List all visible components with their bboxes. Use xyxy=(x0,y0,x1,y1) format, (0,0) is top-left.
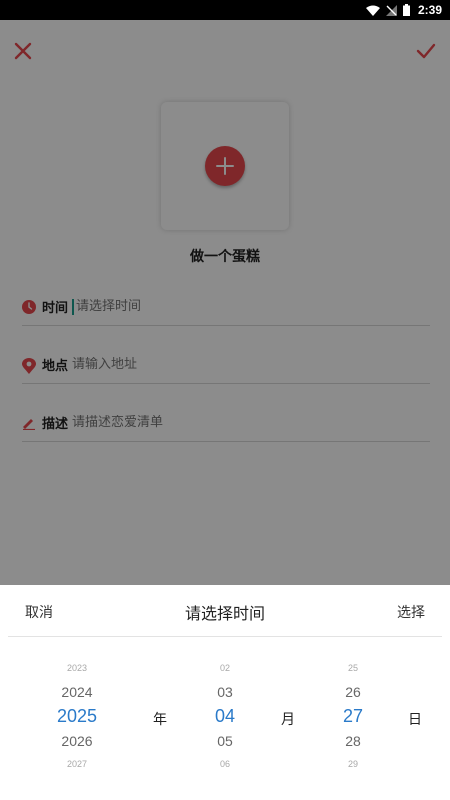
year-selected[interactable]: 2025 xyxy=(42,706,112,727)
day-wheel[interactable]: 25 26 27 28 29 xyxy=(318,645,388,795)
status-bar: 2:39 xyxy=(0,0,450,20)
confirm-button[interactable]: 选择 xyxy=(397,602,425,622)
month-option[interactable]: 02 xyxy=(190,663,260,673)
battery-icon xyxy=(402,4,410,16)
dim-overlay[interactable] xyxy=(0,20,450,585)
month-wheel[interactable]: 02 03 04 05 06 xyxy=(190,645,260,795)
month-selected[interactable]: 04 xyxy=(190,706,260,727)
status-time: 2:39 xyxy=(417,3,442,17)
year-option[interactable]: 2027 xyxy=(42,759,112,769)
month-option[interactable]: 03 xyxy=(190,684,260,700)
day-option[interactable]: 28 xyxy=(318,733,388,749)
month-option[interactable]: 06 xyxy=(190,759,260,769)
year-option[interactable]: 2024 xyxy=(42,684,112,700)
month-unit-label: 月 xyxy=(281,712,295,728)
picker-title: 请选择时间 xyxy=(184,604,265,623)
day-unit-label: 日 xyxy=(408,712,422,728)
picker-header: 取消 请选择时间 选择 xyxy=(8,585,442,637)
day-option[interactable]: 25 xyxy=(318,663,388,673)
year-wheel[interactable]: 2023 2024 2025 2026 2027 xyxy=(42,645,112,795)
year-unit-label: 年 xyxy=(153,712,167,728)
day-option[interactable]: 29 xyxy=(318,759,388,769)
date-picker-sheet: 取消 请选择时间 选择 2023 2024 2025 2026 2027 年 0… xyxy=(0,585,450,800)
year-option[interactable]: 2026 xyxy=(42,733,112,749)
wifi-icon xyxy=(365,5,380,16)
year-option[interactable]: 2023 xyxy=(42,663,112,673)
day-option[interactable]: 26 xyxy=(318,684,388,700)
month-option[interactable]: 05 xyxy=(190,733,260,749)
no-signal-icon xyxy=(385,4,397,16)
day-selected[interactable]: 27 xyxy=(318,706,388,727)
